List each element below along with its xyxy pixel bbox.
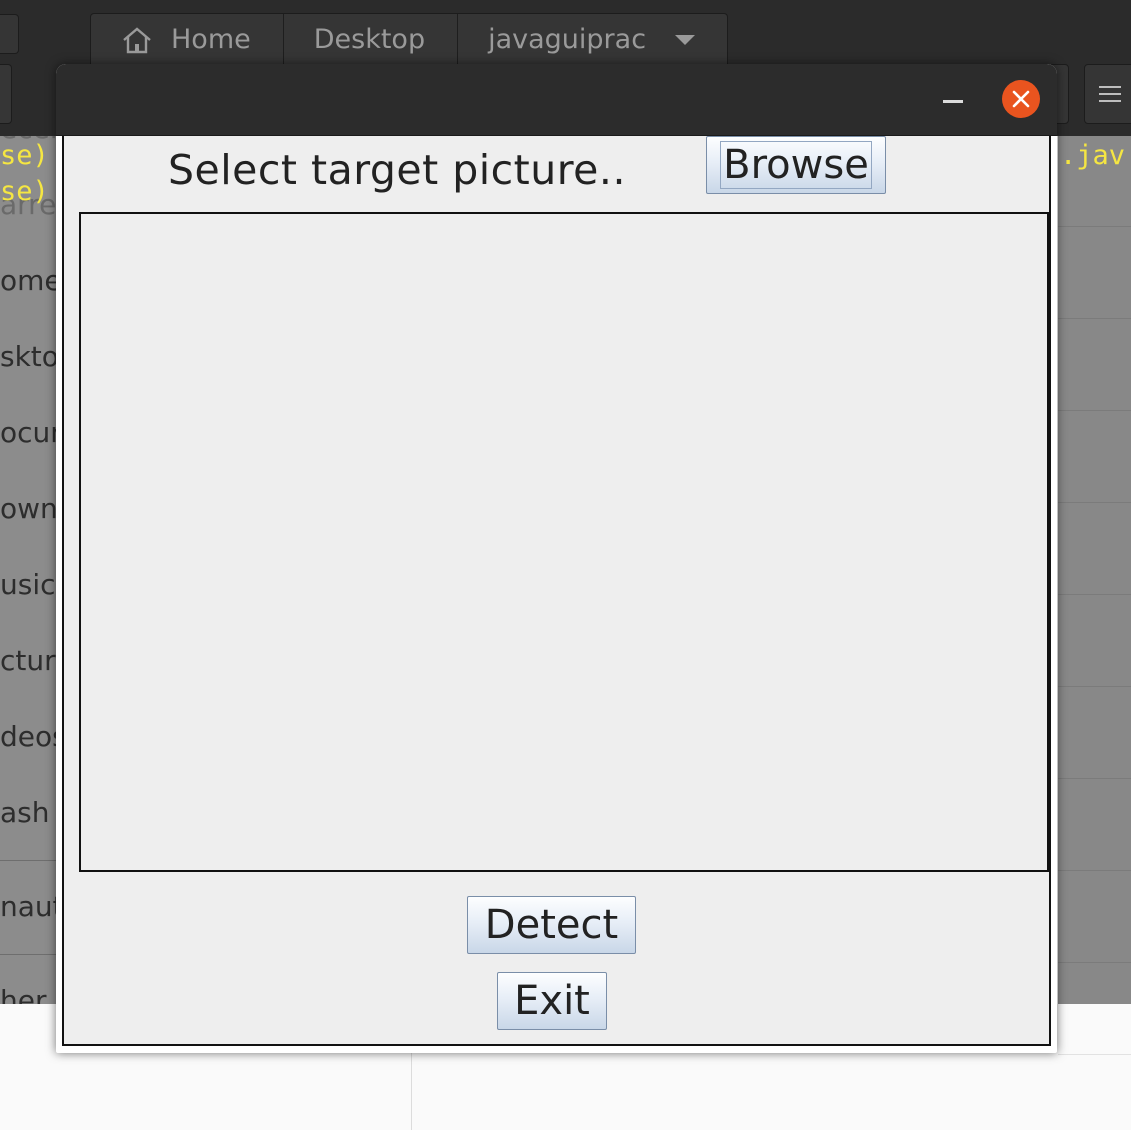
sidebar-divider	[0, 860, 60, 861]
picture-detector-dialog: Select target picture.. Browse Detect Ex…	[56, 64, 1057, 1053]
file-list: .jav	[1058, 136, 1131, 1004]
select-picture-label: Select target picture..	[168, 146, 626, 194]
list-row-divider	[1058, 502, 1131, 503]
sidebar-item-documents[interactable]: ocum	[0, 416, 60, 449]
sidebar-item-music[interactable]: usic	[0, 568, 56, 601]
browse-button-label: Browse	[720, 141, 872, 189]
list-row-divider	[1058, 1054, 1131, 1055]
breadcrumb-javaguiprac[interactable]: javaguiprac	[458, 14, 746, 65]
back-button-stub[interactable]	[0, 14, 19, 54]
breadcrumb: Home Desktop javaguiprac	[90, 13, 728, 65]
breadcrumb-label: Desktop	[313, 24, 426, 55]
code-fragment: .jav	[1060, 140, 1126, 171]
sidebar-item-trash[interactable]: ash	[0, 796, 50, 829]
sidebar-item-videos[interactable]: deos	[0, 720, 60, 753]
hamburger-icon	[1099, 86, 1121, 102]
file-manager-sidebar: ecent se) arre se) ome skto ocum ownlo u…	[0, 136, 60, 1004]
list-row-divider	[1058, 410, 1131, 411]
breadcrumb-label: javaguiprac	[488, 24, 647, 55]
sidebar-item-downloads[interactable]: ownlo	[0, 492, 60, 525]
list-row-divider	[1058, 778, 1131, 779]
code-fragment: se)	[0, 140, 49, 171]
close-button[interactable]	[1002, 80, 1040, 118]
code-fragment: se)	[0, 176, 49, 207]
exit-button-label: Exit	[514, 978, 590, 1024]
list-row-divider	[1058, 318, 1131, 319]
sidebar-item-pictures[interactable]: cture	[0, 644, 60, 677]
sidebar-divider	[0, 954, 60, 955]
sidebar-item-desktop[interactable]: skto	[0, 340, 59, 373]
minimize-button[interactable]	[933, 82, 973, 122]
chevron-down-icon[interactable]	[674, 34, 696, 46]
sidebar-item-nautilus[interactable]: nauti	[0, 890, 60, 923]
sidebar-item-home[interactable]: ome	[0, 264, 60, 297]
detect-button[interactable]: Detect	[467, 896, 636, 954]
dialog-titlebar[interactable]	[56, 64, 1057, 136]
toolbar-button-left[interactable]	[0, 64, 12, 124]
list-row-divider	[1058, 594, 1131, 595]
list-row-divider	[1058, 870, 1131, 871]
breadcrumb-home[interactable]: Home	[91, 14, 284, 65]
picture-preview-panel	[79, 212, 1049, 872]
home-icon	[123, 26, 151, 53]
detect-button-label: Detect	[484, 902, 619, 948]
close-icon	[1012, 90, 1030, 108]
list-row-divider	[1058, 686, 1131, 687]
breadcrumb-desktop[interactable]: Desktop	[284, 14, 459, 65]
sidebar-item-other-locations[interactable]: her L	[0, 984, 60, 1004]
hamburger-menu-button[interactable]	[1084, 64, 1131, 124]
list-row-divider	[1058, 962, 1131, 963]
browse-button[interactable]: Browse	[706, 136, 886, 194]
list-row-divider	[1058, 226, 1131, 227]
minimize-icon	[943, 100, 963, 103]
breadcrumb-label: Home	[171, 24, 251, 55]
dialog-content: Select target picture.. Browse Detect Ex…	[62, 136, 1051, 1046]
exit-button[interactable]: Exit	[497, 972, 607, 1030]
